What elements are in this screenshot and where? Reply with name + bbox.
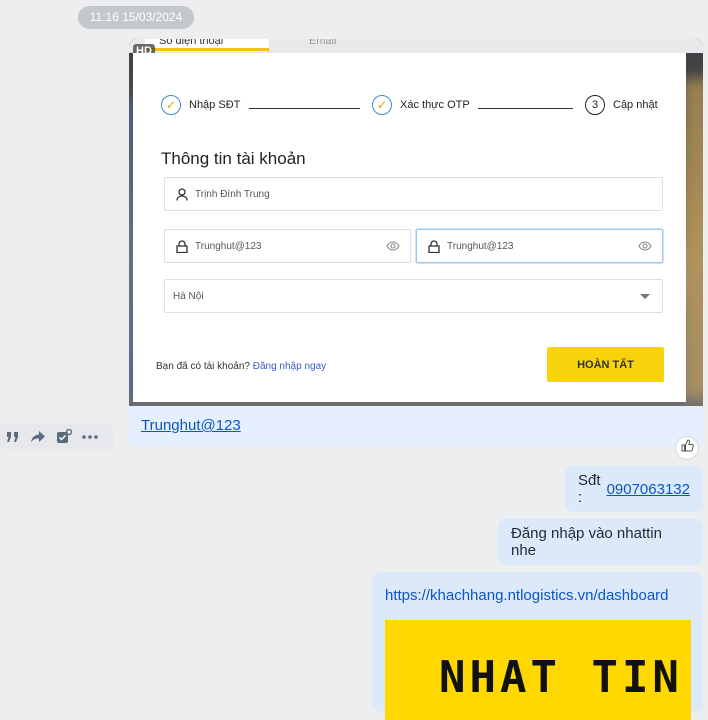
step-label: Cập nhật (613, 99, 658, 111)
account-form-card: ✓ Nhập SĐT ✓ Xác thực OTP 3 Cập nhật Thô… (133, 53, 686, 402)
link-preview-image[interactable]: NHAT TIN (385, 620, 691, 720)
eye-icon (638, 239, 652, 256)
message-actions (0, 424, 113, 449)
phone-link[interactable]: 0907063132 (607, 481, 690, 498)
password-field: Trunghut@123 (164, 229, 411, 263)
quote-icon[interactable] (6, 431, 20, 443)
step-connector (249, 108, 360, 109)
name-field: Trịnh Đình Trung (164, 177, 663, 211)
name-value: Trịnh Đình Trung (195, 188, 270, 200)
more-icon[interactable] (82, 434, 98, 439)
phone-label: Sđt : (578, 472, 601, 506)
nhattin-logo: NHAT TIN (439, 652, 683, 703)
login-note-text: Đăng nhập vào nhattin nhe (511, 525, 662, 559)
url-message-bubble[interactable]: https://khachhang.ntlogistics.vn/dashboa… (372, 572, 703, 720)
step-label: Nhập SĐT (189, 99, 241, 111)
user-icon (175, 187, 189, 201)
tab-phone: Số điện thoại (145, 39, 269, 51)
login-link: Đăng nhập ngay (252, 361, 327, 372)
message-timestamp: 11:16 15/03/2024 (78, 6, 194, 29)
step-connector (478, 108, 573, 109)
chevron-down-icon (640, 294, 650, 299)
check-icon: ✓ (161, 95, 181, 115)
dashboard-url-link[interactable]: https://khachhang.ntlogistics.vn/dashboa… (385, 587, 669, 604)
thumbs-up-icon (681, 439, 694, 457)
city-value: Hà Nội (173, 290, 204, 302)
task-icon[interactable] (56, 428, 72, 445)
city-select: Hà Nội (164, 279, 663, 313)
reaction-button[interactable] (675, 436, 699, 460)
tab-email: Email (309, 39, 337, 47)
progress-steps: ✓ Nhập SĐT ✓ Xác thực OTP 3 Cập nhật (161, 95, 661, 121)
step-1: ✓ Nhập SĐT (161, 95, 240, 115)
step-3: 3 Cập nhật (585, 95, 658, 115)
forward-icon[interactable] (30, 430, 46, 443)
step-2: ✓ Xác thực OTP (372, 95, 470, 115)
lock-icon (175, 239, 189, 253)
image-message-bubble[interactable]: Số điện thoại Email HD ✓ Nhập SĐT ✓ Xác … (129, 39, 703, 446)
done-button: HOÀN TẤT (547, 347, 664, 382)
eye-icon (386, 239, 400, 256)
caption-link[interactable]: Trunghut@123 (141, 417, 241, 434)
check-icon: ✓ (372, 95, 392, 115)
phone-message-bubble[interactable]: Sđt : 0907063132 (565, 466, 703, 512)
password-value: Trunghut@123 (195, 240, 262, 252)
have-account-text: Bạn đã có tài khoản? (156, 361, 250, 372)
photo-background-right (683, 79, 703, 399)
confirm-password-field: Trunghut@123 (416, 229, 663, 263)
form-title: Thông tin tài khoản (161, 149, 306, 168)
lock-icon (427, 239, 441, 253)
confirm-password-value: Trunghut@123 (447, 240, 514, 252)
step-number: 3 (585, 95, 605, 115)
step-label: Xác thực OTP (400, 99, 470, 111)
form-tabbar: Số điện thoại Email (129, 39, 703, 53)
login-prompt: Bạn đã có tài khoản? Đăng nhập ngay (156, 361, 326, 372)
login-note-bubble[interactable]: Đăng nhập vào nhattin nhe (498, 519, 703, 565)
shared-screenshot[interactable]: Số điện thoại Email HD ✓ Nhập SĐT ✓ Xác … (129, 39, 703, 406)
